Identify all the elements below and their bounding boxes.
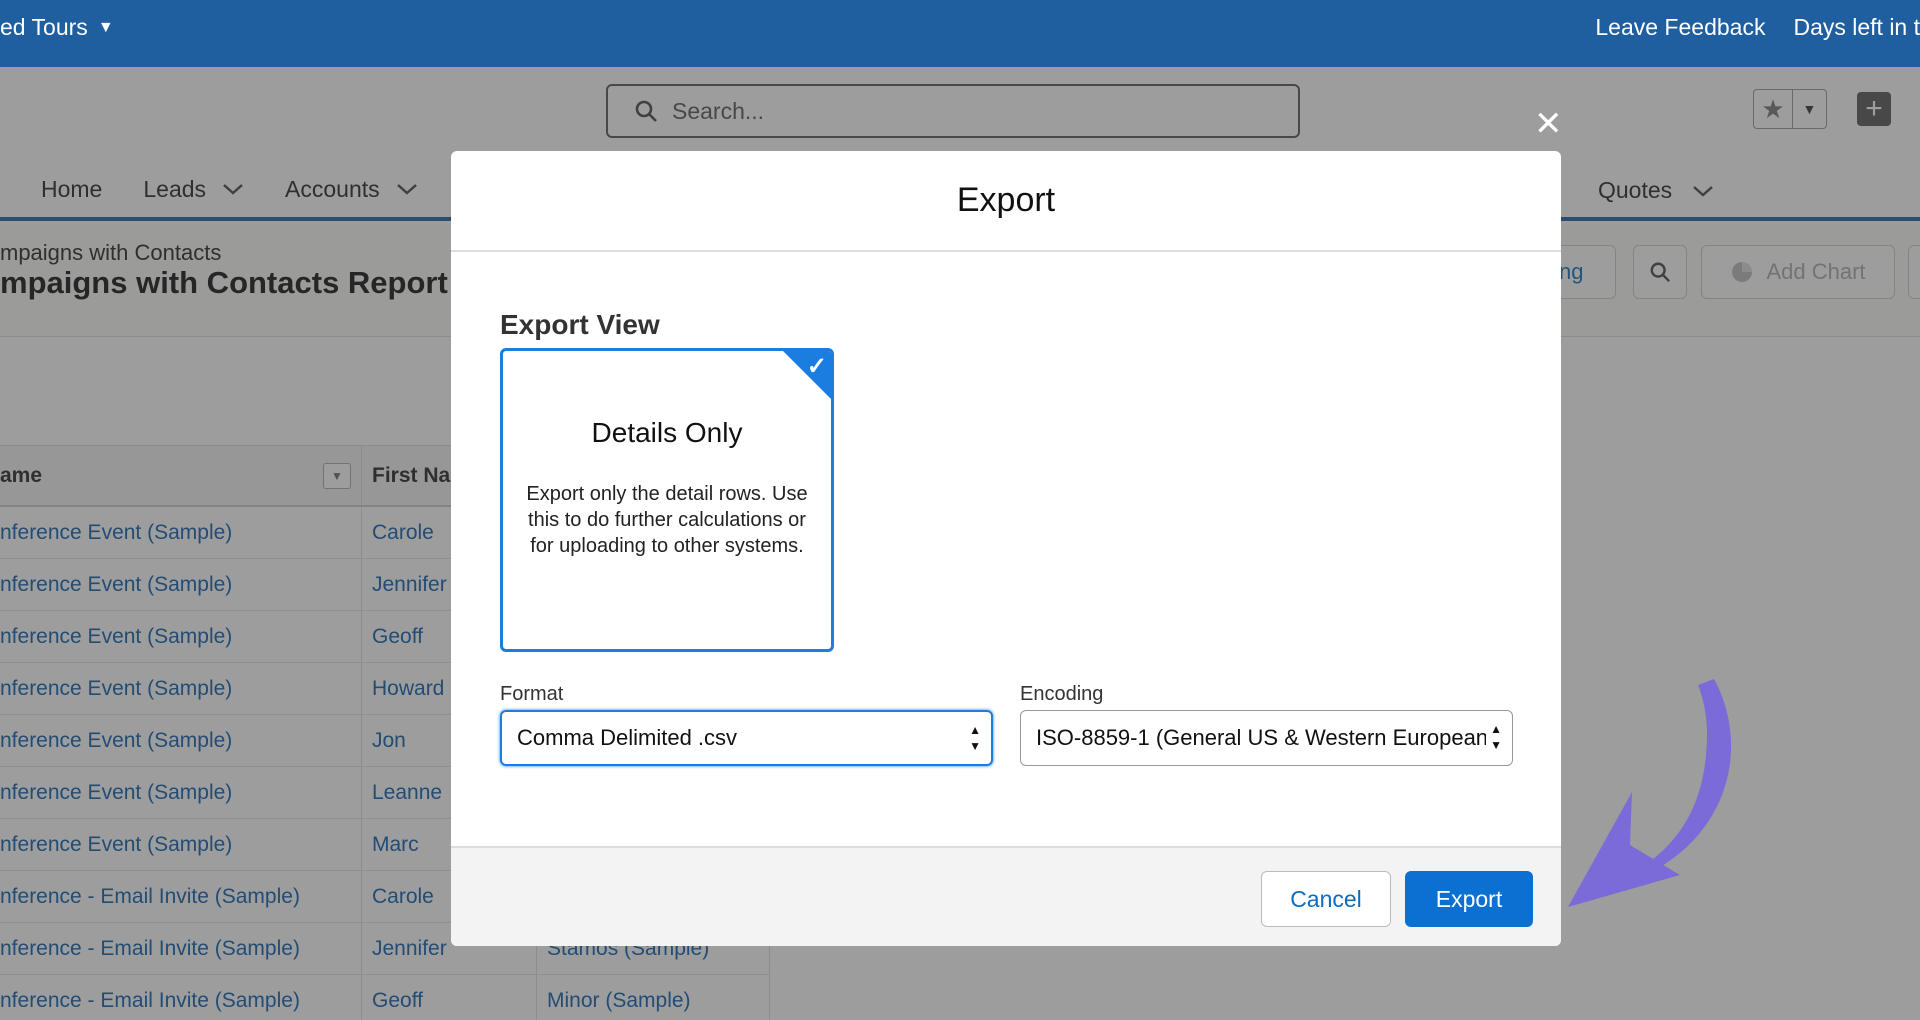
select-arrows-icon: ▲ ▼ [965, 722, 981, 754]
select-arrows-icon: ▲ ▼ [1486, 721, 1502, 753]
global-topbar: ed Tours ▼ Leave Feedback Days left in t [0, 0, 1920, 67]
format-value: Comma Delimited .csv [517, 725, 738, 750]
close-icon[interactable]: ✕ [1534, 107, 1563, 141]
modal-header: Export [451, 151, 1561, 252]
cancel-button[interactable]: Cancel [1261, 871, 1391, 927]
export-modal: Export Export View ✓ Details Only Export… [451, 151, 1561, 946]
checkmark-icon: ✓ [806, 353, 827, 380]
encoding-label: Encoding [1020, 683, 1104, 705]
encoding-value: ISO-8859-1 (General US & Western Europea… [1036, 725, 1496, 750]
modal-footer: Cancel Export [451, 846, 1561, 946]
guided-tours-menu[interactable]: ed Tours ▼ [0, 14, 114, 41]
export-view-heading: Export View [500, 309, 660, 340]
option-title: Details Only [591, 417, 743, 448]
annotation-arrow-icon [1568, 679, 1732, 907]
option-description: Export only the detail rows. Use this to… [526, 483, 808, 557]
encoding-select[interactable]: ISO-8859-1 (General US & Western Europea… [1020, 710, 1513, 766]
format-label: Format [500, 683, 564, 705]
chevron-down-icon: ▼ [97, 18, 114, 36]
leave-feedback-link[interactable]: Leave Feedback [1595, 14, 1765, 41]
details-only-option[interactable]: ✓ Details Only Export only the detail ro… [500, 348, 834, 652]
export-button[interactable]: Export [1405, 871, 1533, 927]
format-select[interactable]: Comma Delimited .csv ▲ ▼ [500, 710, 993, 766]
modal-title: Export [956, 181, 1056, 219]
modal-body: Export View ✓ Details Only Export only t… [451, 252, 1561, 844]
guided-tours-label: ed Tours [0, 14, 88, 40]
trial-days-left-text: Days left in t [1793, 14, 1920, 40]
